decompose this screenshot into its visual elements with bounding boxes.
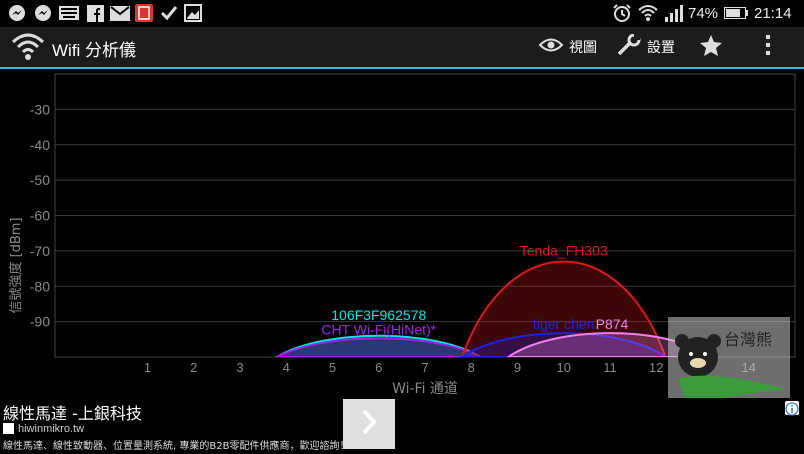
ad-open-button[interactable] (343, 399, 395, 449)
signal-icon (664, 4, 684, 22)
wifi-icon (638, 4, 658, 22)
watermark-text: 台灣熊 (724, 330, 772, 349)
network-label: P874 (596, 316, 629, 332)
x-tick-label: 2 (190, 360, 197, 375)
network-label: Tenda_FH303 (520, 242, 608, 258)
star-icon (700, 34, 722, 60)
messenger-icon (34, 4, 52, 22)
y-tick-label: -50 (30, 172, 50, 188)
ad-info-icon[interactable] (785, 401, 799, 416)
overflow-menu-button[interactable] (765, 27, 777, 67)
x-tick-label: 9 (514, 360, 521, 375)
more-vert-icon (765, 35, 771, 59)
mail-icon (110, 4, 130, 22)
network-label: CHT Wi-Fi(HiNet)* (321, 321, 436, 337)
ad-url[interactable]: hiwinmikro.tw (18, 423, 84, 435)
alarm-icon (612, 4, 632, 22)
y-axis-label: 信號強度 [dBm] (8, 217, 24, 313)
network-label: tiger chen (533, 316, 594, 332)
battery-percent: 74% (688, 5, 719, 22)
clock: 21:14 (754, 5, 792, 22)
ad-description: 線性馬達、線性致動器、位置量測系統, 專業的B2B零配件供應商，歡迎諮詢！ (3, 441, 350, 452)
status-bar: 74% 21:14 (0, 0, 804, 27)
app-icon (135, 4, 153, 22)
chevron-right-icon (359, 408, 379, 440)
y-tick-label: -80 (30, 278, 50, 294)
wrench-icon (617, 33, 641, 60)
settings-label: 設置 (647, 40, 675, 56)
ad-banner[interactable]: 線性馬達 -上銀科技 hiwinmikro.tw 線性馬達、線性致動器、位置量測… (0, 398, 804, 454)
battery-icon (724, 4, 748, 22)
view-button[interactable]: 視圖 (538, 27, 597, 67)
favorite-button[interactable] (700, 27, 724, 67)
settings-button[interactable]: 設置 (617, 27, 675, 67)
y-tick-label: -40 (30, 137, 50, 153)
x-tick-label: 6 (375, 360, 382, 375)
x-tick-label: 7 (421, 360, 428, 375)
x-tick-label: 5 (329, 360, 336, 375)
network-label: 106F3F962578 (331, 307, 426, 323)
y-tick-label: -60 (30, 208, 50, 224)
view-label: 視圖 (569, 40, 597, 56)
messenger-icon (8, 4, 26, 22)
eye-icon (538, 38, 564, 56)
y-tick-label: -30 (30, 101, 50, 117)
keyboard-icon (59, 4, 79, 22)
x-tick-label: 4 (283, 360, 290, 375)
y-tick-label: -70 (30, 243, 50, 259)
y-tick-label: -90 (30, 314, 50, 330)
x-axis-label: Wi-Fi 通道 (392, 381, 458, 397)
facebook-icon (86, 4, 104, 22)
x-tick-label: 10 (557, 360, 571, 375)
x-tick-label: 8 (468, 360, 475, 375)
x-tick-label: 12 (649, 360, 663, 375)
action-bar: Wifi 分析儀 視圖 設置 (0, 27, 804, 69)
x-tick-label: 11 (603, 360, 617, 375)
app-title: Wifi 分析儀 (52, 41, 137, 60)
watermark-logo: 台灣熊 (668, 317, 790, 409)
ad-title[interactable]: 線性馬達 -上銀科技 (3, 400, 142, 424)
wifi-analyzer-logo-icon[interactable] (10, 30, 46, 64)
x-tick-label: 3 (236, 360, 243, 375)
x-tick-label: 1 (144, 360, 151, 375)
ad-site-icon (3, 423, 14, 434)
photo-icon (184, 4, 202, 22)
check-icon (160, 4, 178, 22)
